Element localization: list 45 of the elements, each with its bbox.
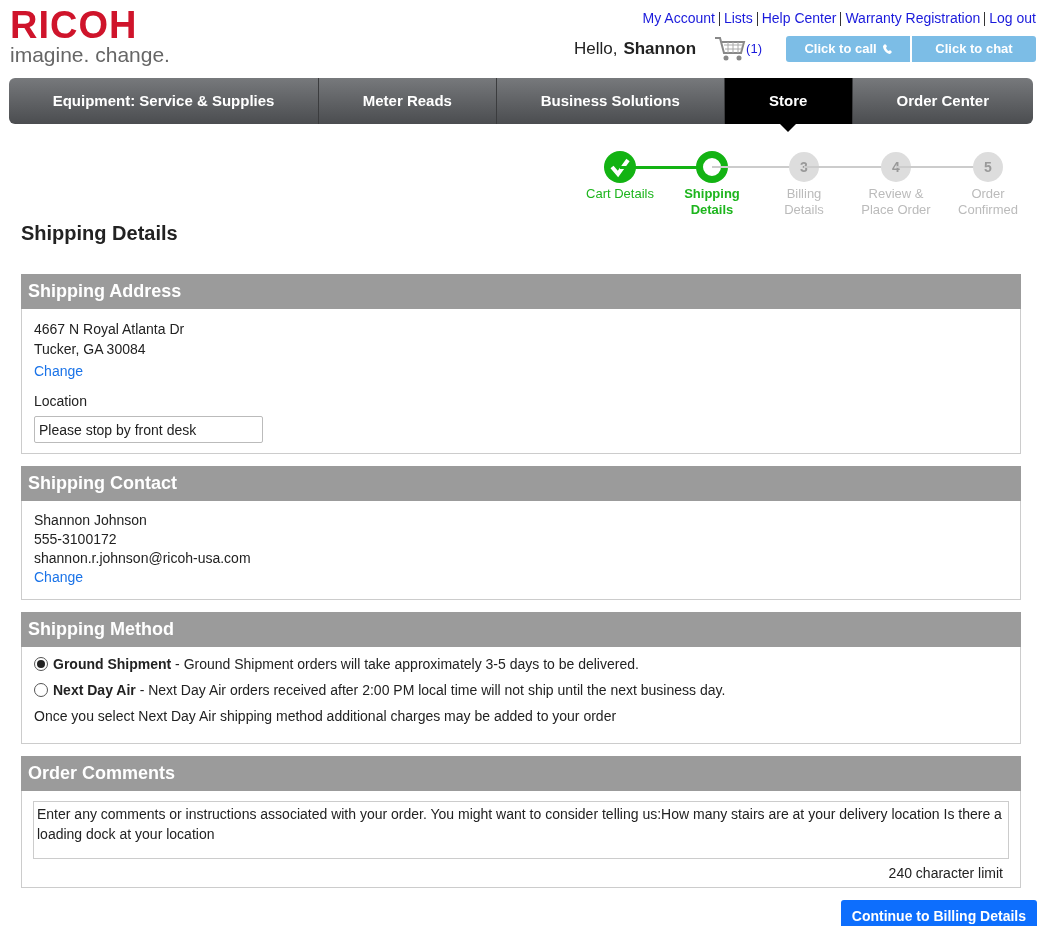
change-link[interactable]: Change — [34, 361, 84, 381]
tagline: imagine. change. — [10, 42, 170, 68]
step-label: Cart Details — [585, 186, 655, 202]
contact-line: shannon.r.johnson@ricoh-usa.com — [34, 549, 252, 568]
cart-count[interactable]: (1) — [746, 39, 762, 59]
shipping-option-text: Next Day Air - Next Day Air orders received after 2:00 PM local time will not ship until the next business day. — [53, 680, 726, 700]
step-number: 5 — [973, 152, 1003, 182]
shipping-note: Once you select Next Day Air shipping method additional charges may be added to your order — [34, 707, 618, 726]
phone-icon — [882, 44, 892, 54]
tab-pointer — [780, 124, 797, 132]
greeting: Hello, — [573, 38, 618, 61]
nav-tab[interactable]: Business Solutions — [495, 78, 724, 124]
radio-button[interactable] — [34, 657, 48, 671]
section-header: Shipping Address — [21, 274, 1021, 309]
section-header: Shipping Method — [21, 612, 1021, 647]
contact-line: Shannon Johnson — [34, 511, 148, 530]
step-label: Billing Details — [783, 186, 825, 218]
nav-tab[interactable]: Meter Reads — [318, 78, 496, 124]
change-link[interactable]: Change — [34, 568, 84, 587]
character-limit: 240 character limit — [888, 865, 1003, 881]
address-line: 4667 N Royal Atlanta Dr — [34, 320, 186, 339]
header-link[interactable]: Log out — [989, 8, 1036, 29]
shipping-option-text: Ground Shipment - Ground Shipment orders will take approximately 3-5 days to be delivered. — [53, 654, 639, 674]
header-link[interactable]: Lists — [723, 8, 753, 29]
address-line: Tucker, GA 30084 — [34, 340, 147, 359]
step-label: Shipping Details — [683, 186, 741, 218]
header-link[interactable]: Warranty Registration — [845, 8, 981, 29]
page-title: Shipping Details — [21, 221, 179, 246]
location-label: Location — [34, 392, 88, 411]
header-link[interactable]: My Account — [642, 8, 715, 29]
nav-tab[interactable]: Equipment: Service & Supplies — [9, 78, 319, 124]
step-label: Review & Place Order — [860, 186, 932, 218]
section-header: Shipping Contact — [21, 466, 1021, 501]
step-label: Order Confirmed — [957, 186, 1019, 218]
header-link[interactable]: Help Center — [761, 8, 837, 29]
continue-button[interactable]: Continue to Billing Details — [840, 900, 1037, 926]
location-field[interactable]: Please stop by front desk — [34, 416, 263, 443]
comments-field[interactable]: Enter any comments or instructions associated with your order. You might want to consider telling us:How many stairs are at your delivery location Is there a loading dock at your location — [33, 801, 1009, 859]
nav-tab[interactable]: Order Center — [851, 78, 1033, 124]
user-name: Shannon — [623, 38, 697, 61]
logo[interactable]: RICOH — [10, 8, 170, 42]
contact-line: 555-3100172 — [34, 530, 118, 549]
cart-icon[interactable] — [714, 35, 747, 63]
section-header: Order Comments — [21, 756, 1021, 791]
radio-button[interactable] — [34, 683, 48, 697]
